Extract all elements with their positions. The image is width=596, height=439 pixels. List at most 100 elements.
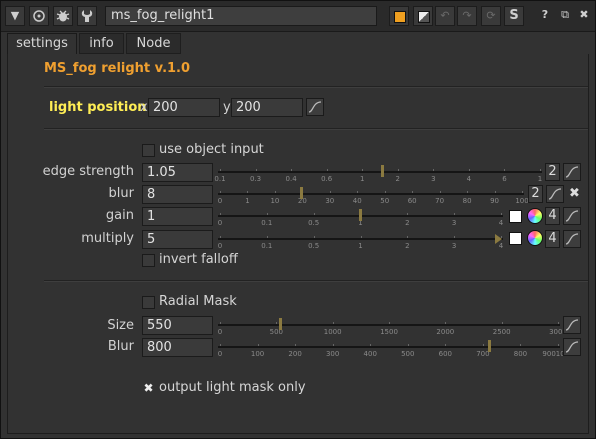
size-label: Size <box>107 318 134 333</box>
blur-animation-button[interactable] <box>546 185 564 203</box>
tab-info[interactable]: info <box>79 33 124 54</box>
float-panel-button[interactable]: ⧉ <box>555 6 575 26</box>
output-light-mask-only-checkbox[interactable]: ✖ <box>142 382 155 395</box>
edge-strength-animation-button[interactable] <box>563 163 581 181</box>
curve-icon <box>565 233 579 245</box>
save-settings-button[interactable]: S <box>504 6 524 26</box>
slider-tick-label: 400 <box>363 350 377 358</box>
multiply-animation-button[interactable] <box>563 230 581 248</box>
slider-tick-label: 0.5 <box>308 219 320 227</box>
slider-tick <box>247 191 249 193</box>
multiply-color-swatch[interactable] <box>509 232 522 245</box>
slider-tick-label: 0.1 <box>214 175 226 183</box>
slider-handle[interactable] <box>278 318 282 330</box>
size-input[interactable]: 550 <box>142 316 213 335</box>
invert-falloff-checkbox[interactable] <box>142 254 155 267</box>
slider-tick <box>407 213 409 215</box>
radial-blur-label: Blur <box>107 339 134 354</box>
curve-icon <box>565 166 579 178</box>
slider-tick <box>501 213 502 215</box>
slider-tick <box>295 344 297 346</box>
slider-handle[interactable] <box>488 340 492 352</box>
slider-handle[interactable] <box>358 209 362 221</box>
color-wheel-icon[interactable] <box>527 230 543 246</box>
help-button[interactable]: ? <box>535 6 555 26</box>
size-slider[interactable]: 0 500 1000 1500 2000 2500 3000 <box>218 317 567 337</box>
redo-button[interactable]: ↷ <box>457 6 477 26</box>
slider-tick <box>389 322 390 324</box>
x-close-icon[interactable]: ✖ <box>569 186 580 201</box>
slider-tick <box>332 322 334 324</box>
edge-strength-slider[interactable]: 0.1 0.3 0.4 0.6 1 2 3 4 6 1 <box>214 164 542 184</box>
slider-tick-label: 3 <box>451 242 457 250</box>
multiply-slider[interactable]: 0 0.1 0.5 1 2 3 4 <box>218 231 503 251</box>
collapse-panel-button[interactable]: ▼ <box>5 6 25 26</box>
color-wheel-icon[interactable] <box>527 208 543 224</box>
slider-tick <box>384 191 386 193</box>
slider-tick-label: 100 <box>250 350 265 358</box>
slider-tick-label: 90 <box>490 197 499 205</box>
radial-mask-checkbox[interactable] <box>142 296 155 309</box>
slider-tick <box>274 191 276 193</box>
close-panel-button[interactable]: ✖ <box>574 6 594 26</box>
s-label: S <box>509 8 519 23</box>
slider-tick <box>313 236 315 238</box>
light-position-x-input[interactable]: 200 <box>148 98 220 117</box>
multiply-input[interactable]: 5 <box>142 230 213 249</box>
slider-tick-label: 0 <box>217 197 223 205</box>
divider <box>44 128 588 130</box>
blur-channels-button[interactable]: 2 <box>528 185 543 203</box>
blur-input[interactable]: 8 <box>142 185 213 204</box>
slider-track[interactable] <box>218 346 560 348</box>
gain-color-swatch[interactable] <box>509 210 522 223</box>
slider-tick <box>520 344 522 346</box>
tab-settings[interactable]: settings <box>7 33 77 54</box>
slider-track[interactable] <box>218 324 560 326</box>
multiply-channels-button[interactable]: 4 <box>545 230 560 248</box>
slider-track[interactable] <box>218 171 542 173</box>
radial-blur-animation-button[interactable] <box>563 338 581 356</box>
undo-button[interactable]: ↶ <box>435 6 455 26</box>
slider-tick-label: 2 <box>405 242 410 250</box>
slider-tick <box>445 322 447 324</box>
slider-handle[interactable] <box>381 165 385 177</box>
orange-swatch-icon <box>394 11 406 23</box>
radial-blur-input[interactable]: 800 <box>142 338 213 357</box>
slider-tick <box>433 169 435 171</box>
revert-button[interactable]: ⟳ <box>481 6 501 26</box>
blur-slider[interactable]: 0 1 10 20 30 40 50 60 70 80 90 100 <box>217 186 529 206</box>
gain-animation-button[interactable] <box>563 207 581 225</box>
slider-handle[interactable] <box>495 234 502 244</box>
edge-strength-input[interactable]: 1.05 <box>142 163 213 182</box>
use-object-input-checkbox[interactable] <box>142 144 155 157</box>
center-on-node-button[interactable] <box>53 6 73 26</box>
node-settings-button[interactable] <box>77 6 97 26</box>
tile-color-button[interactable] <box>389 6 409 26</box>
slider-tick <box>362 169 364 171</box>
slider-tick-label: 2500 <box>492 328 511 336</box>
gain-channels-button[interactable]: 4 <box>545 207 560 225</box>
invert-falloff-label: invert falloff <box>159 252 238 267</box>
slider-handle[interactable] <box>299 187 303 199</box>
slider-tick-label: 4 <box>466 175 472 183</box>
light-position-label: light position <box>49 100 147 115</box>
slider-track[interactable] <box>218 238 503 240</box>
slider-track[interactable] <box>218 193 524 195</box>
gain-slider[interactable]: 0 0.1 0.5 1 2 3 4 <box>218 208 503 228</box>
slider-tick <box>291 169 293 171</box>
size-animation-button[interactable] <box>563 316 581 334</box>
tab-node[interactable]: Node <box>126 33 181 54</box>
node-name-field[interactable]: ms_fog_relight1 <box>105 6 377 26</box>
radial-blur-slider[interactable]: 0 100 200 300 400 500 600 700 800 9001000 <box>218 339 574 359</box>
animation-menu-button[interactable] <box>306 98 324 116</box>
slider-tick <box>407 344 409 346</box>
gain-input[interactable]: 1 <box>142 207 213 226</box>
float-window-icon: ⧉ <box>561 8 569 21</box>
show-in-viewer-button[interactable] <box>29 6 49 26</box>
font-color-button[interactable] <box>413 6 433 26</box>
edge-strength-channels-button[interactable]: 2 <box>545 163 560 181</box>
light-position-y-input[interactable]: 200 <box>231 98 303 117</box>
checkmark-icon: ✖ <box>143 381 154 395</box>
close-icon: ✖ <box>579 8 589 21</box>
slider-tick <box>522 191 523 193</box>
